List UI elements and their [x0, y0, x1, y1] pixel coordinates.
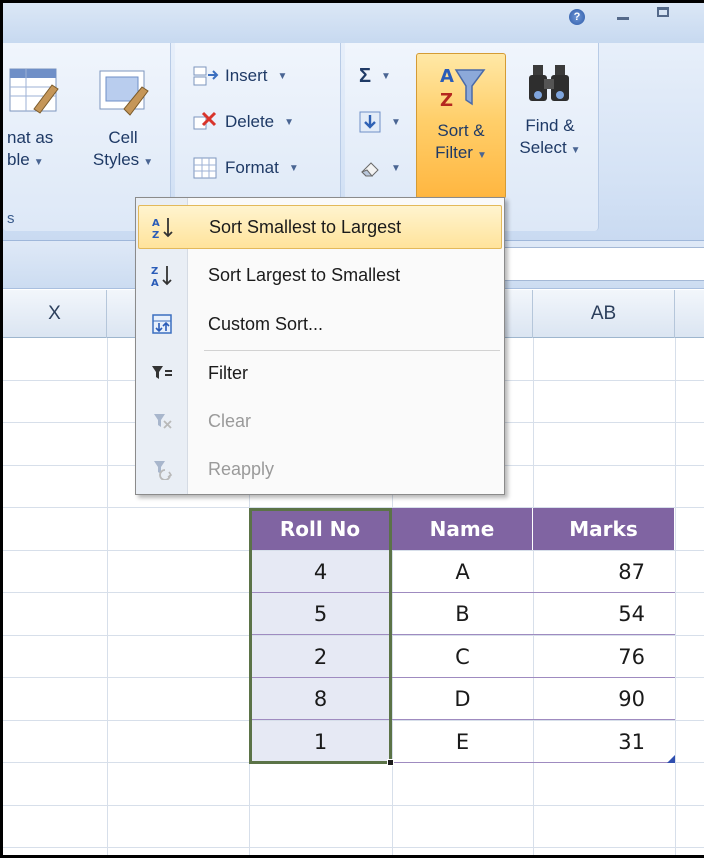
menu-item-label: Filter [208, 362, 248, 383]
filter-icon [138, 364, 186, 382]
table-cell[interactable]: 31 [533, 721, 675, 763]
column-header-ab[interactable]: AB [533, 290, 675, 338]
format-as-table-label-line2: ble [7, 150, 30, 169]
minimize-button[interactable] [617, 17, 629, 20]
autosum-icon: Σ [359, 64, 372, 87]
column-header-ac[interactable] [675, 290, 704, 338]
insert-button[interactable]: Insert ▼ [193, 61, 287, 91]
fill-button[interactable]: ▼ [359, 107, 401, 137]
svg-text:A: A [151, 278, 159, 287]
excel-window: ? nat as ble ▼ Cell Styles ▼ s Insert ▼ … [0, 0, 704, 858]
format-as-table-button[interactable]: nat as ble ▼ [3, 65, 75, 174]
delete-label: Delete [225, 112, 275, 131]
menu-item-clear[interactable]: Clear [138, 399, 502, 443]
svg-text:Z: Z [151, 266, 158, 277]
table-cell[interactable]: 2 [249, 636, 392, 678]
find-select-button[interactable]: Find & Select ▼ [509, 61, 591, 162]
sort-filter-icon: A Z [440, 66, 486, 111]
fill-handle[interactable] [387, 759, 394, 766]
table-cell[interactable]: A [392, 551, 533, 593]
menu-item-label: Clear [208, 410, 252, 431]
table-header-marks[interactable]: Marks [533, 508, 675, 550]
table-resize-handle[interactable] [667, 755, 675, 763]
eraser-icon [361, 162, 379, 177]
table-cell[interactable]: 90 [533, 678, 675, 720]
sort-filter-menu: A Z Sort Smallest to Largest Z A Sort La… [135, 197, 505, 495]
clear-button[interactable]: ▼ [359, 153, 401, 183]
formula-input[interactable] [495, 247, 704, 281]
find-select-label-line1: Find & [525, 116, 575, 135]
menu-item-reapply[interactable]: Reapply [138, 447, 502, 491]
svg-text:Z: Z [152, 230, 159, 239]
title-bar: ? [3, 3, 704, 43]
cell-styles-button[interactable]: Cell Styles ▼ [85, 65, 161, 174]
cell-styles-label-line1: Cell [108, 128, 138, 147]
table-cell[interactable]: C [392, 636, 533, 678]
format-label: Format [225, 158, 279, 177]
format-cells-icon [193, 157, 217, 179]
menu-item-label: Reapply [208, 458, 275, 479]
sort-filter-button[interactable]: A Z Sort & Filter ▼ [416, 53, 506, 199]
table-cell[interactable]: 76 [533, 636, 675, 678]
svg-text:A: A [152, 218, 160, 229]
menu-item-custom-sort[interactable]: Custom Sort... [138, 302, 502, 346]
cell-styles-icon [99, 70, 149, 116]
reapply-icon [138, 458, 186, 480]
clear-filter-icon [138, 411, 186, 431]
sort-filter-label-line2: Filter [435, 143, 473, 162]
format-as-table-icon [9, 68, 59, 114]
help-icon[interactable]: ? [569, 9, 585, 25]
table-cell[interactable]: B [392, 593, 533, 635]
sort-ascending-icon: A Z [139, 215, 187, 239]
menu-item-label: Custom Sort... [208, 313, 324, 334]
table-cell[interactable]: 4 [249, 551, 392, 593]
table-cell[interactable]: 54 [533, 593, 675, 635]
sort-descending-icon: Z A [138, 263, 186, 287]
delete-cells-icon [193, 111, 217, 130]
table-cell[interactable]: 5 [249, 593, 392, 635]
menu-item-filter[interactable]: Filter [138, 351, 502, 395]
format-as-table-label-line1: nat as [7, 128, 54, 147]
format-button[interactable]: Format ▼ [193, 153, 299, 183]
table-header-name[interactable]: Name [392, 508, 533, 550]
format-as-table-label: nat as ble ▼ [7, 128, 54, 169]
sort-filter-label-line1: Sort & [437, 121, 485, 140]
binoculars-icon [529, 65, 569, 101]
menu-item-label: Sort Smallest to Largest [209, 216, 402, 237]
table-cell[interactable]: E [392, 721, 533, 763]
svg-text:Z: Z [440, 90, 453, 111]
insert-label: Insert [225, 66, 268, 85]
column-header-x[interactable]: X [3, 290, 107, 338]
restore-button[interactable] [657, 7, 669, 17]
table-cell[interactable]: 1 [249, 721, 392, 763]
table-header-roll-no[interactable]: Roll No [249, 508, 392, 550]
menu-item-label: Sort Largest to Smallest [208, 264, 401, 285]
cell-styles-label-line2: Styles [92, 150, 140, 169]
find-select-label-line2: Select [519, 138, 567, 157]
delete-button[interactable]: Delete ▼ [193, 107, 294, 137]
custom-sort-icon [138, 313, 186, 335]
menu-item-sort-ascending[interactable]: A Z Sort Smallest to Largest [138, 205, 502, 249]
table-cell[interactable]: 8 [249, 678, 392, 720]
table-cell[interactable]: D [392, 678, 533, 720]
fill-down-icon [359, 111, 381, 133]
menu-item-sort-descending[interactable]: Z A Sort Largest to Smallest [138, 253, 502, 297]
autosum-button[interactable]: Σ ▼ [359, 61, 391, 91]
svg-text:A: A [440, 66, 454, 87]
insert-cells-icon [193, 66, 219, 86]
table-cell[interactable]: 87 [533, 551, 675, 593]
